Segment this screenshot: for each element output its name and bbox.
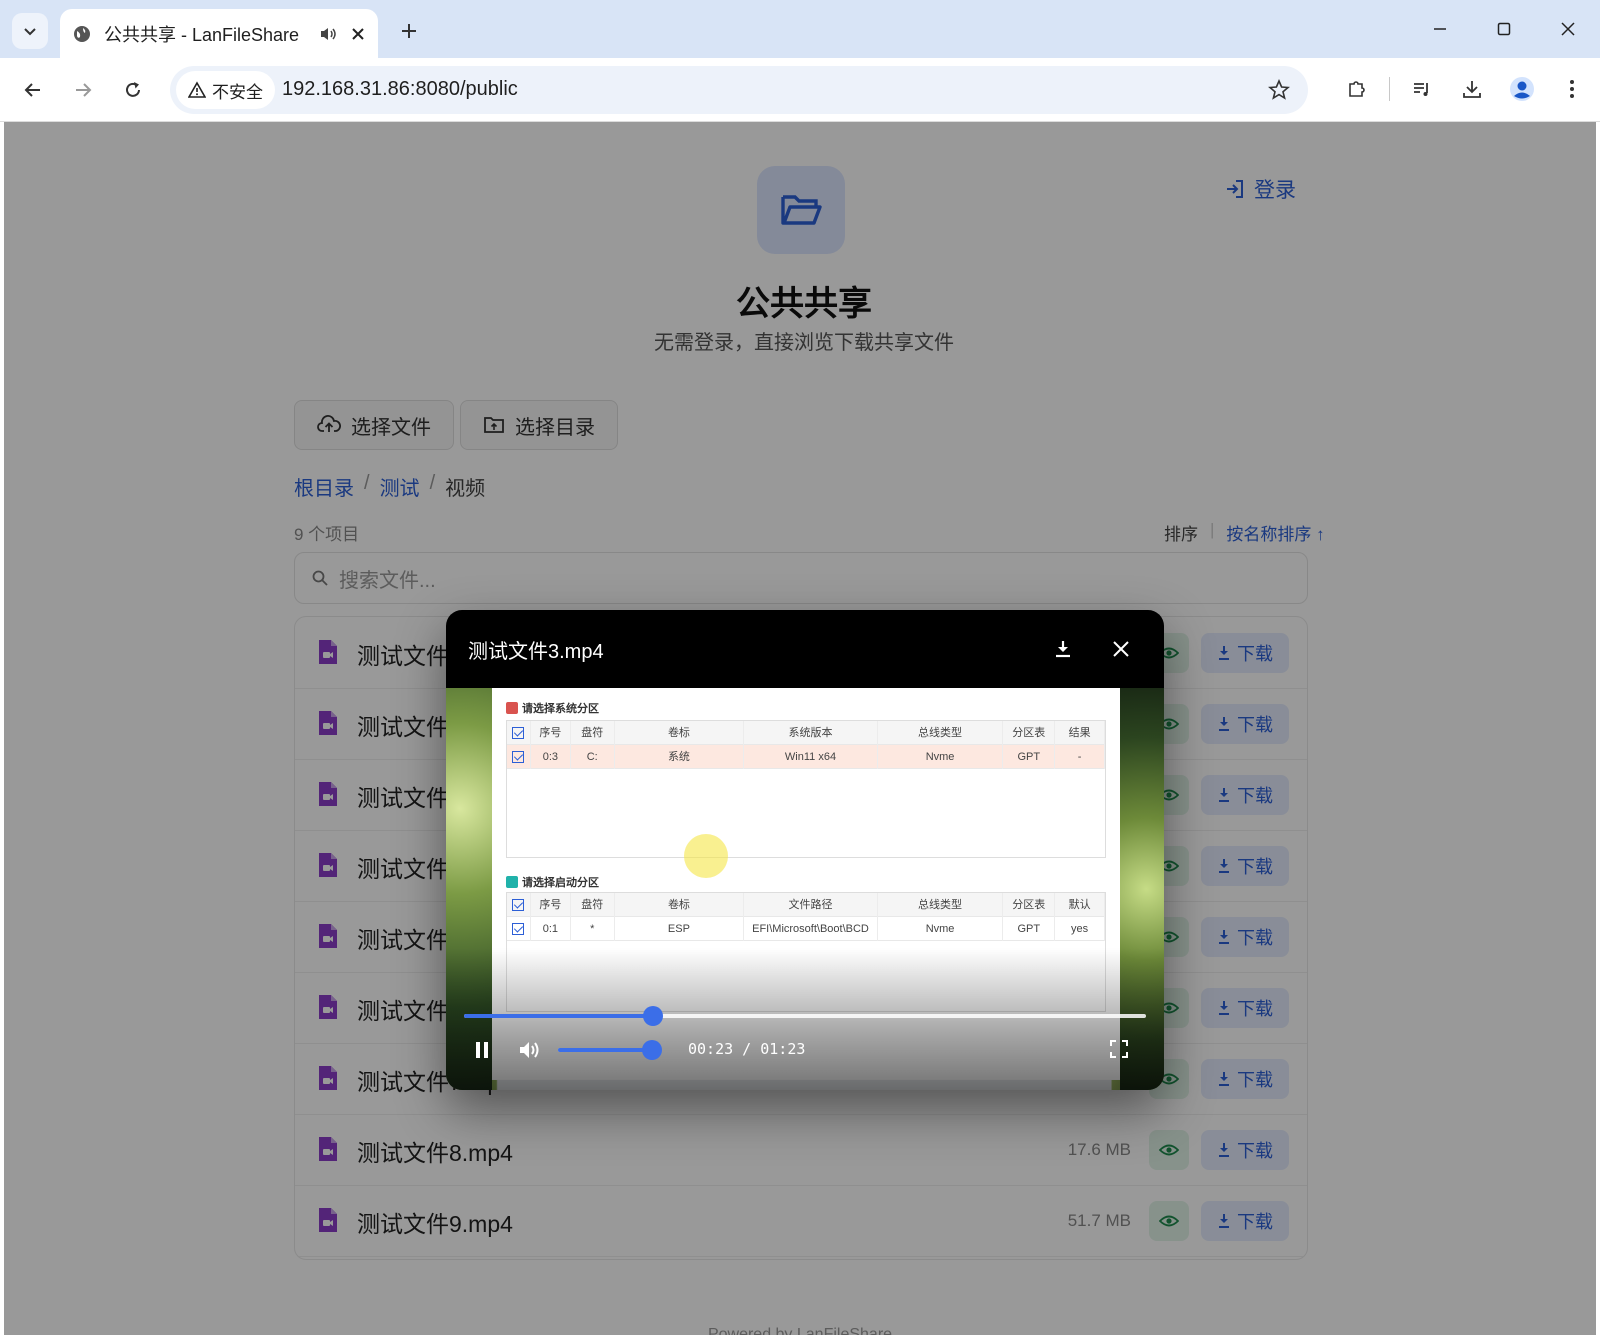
progress-slider[interactable] [464, 1006, 1146, 1026]
modal-close-button[interactable] [1104, 632, 1138, 666]
reload-button[interactable] [114, 71, 152, 109]
downloads-button[interactable] [1454, 70, 1490, 108]
reload-icon [126, 82, 140, 97]
tab-title: 公共共享 - LanFileShare [104, 24, 300, 45]
address-bar[interactable]: 不安全 192.168.31.86:8080/public [170, 66, 1308, 114]
pause-icon [476, 1042, 488, 1058]
puzzle-icon [1349, 81, 1365, 97]
media-control-button[interactable] [1404, 70, 1440, 108]
time-display: 00:23 / 01:23 [688, 1040, 806, 1058]
volume-slider[interactable] [558, 1040, 663, 1060]
checkbox-icon [512, 898, 525, 911]
browser-tab-active[interactable]: 公共共享 - LanFileShare [60, 9, 378, 58]
layers-icon [506, 702, 518, 714]
minimize-button[interactable] [1408, 0, 1472, 58]
menu-button[interactable] [1554, 70, 1590, 108]
arrow-right-icon [76, 83, 92, 97]
cursor-highlight [684, 834, 728, 878]
speaker-audio-icon[interactable] [318, 24, 338, 44]
minimize-icon [1434, 28, 1446, 30]
new-tab-button[interactable] [392, 14, 426, 48]
video-player-modal: 测试文件3.mp4 请选择系统分区 序号 盘符 卷标 系统版本 总线类型 分区表 结果 0:… [446, 610, 1164, 1090]
checkbox-icon [512, 922, 525, 935]
maximize-button[interactable] [1472, 0, 1536, 58]
progress-thumb[interactable] [642, 1006, 663, 1026]
volume-thumb[interactable] [642, 1040, 663, 1060]
download-icon [1056, 641, 1070, 658]
arrow-left-icon [24, 83, 40, 97]
modal-title: 测试文件3.mp4 [468, 640, 604, 663]
close-icon [1561, 22, 1575, 36]
fullscreen-button[interactable] [1106, 1036, 1132, 1062]
maximize-icon [1497, 22, 1511, 36]
volume-icon [520, 1042, 539, 1058]
progress-fill [464, 1014, 653, 1018]
modal-download-button[interactable] [1046, 632, 1080, 666]
avatar-icon [1510, 77, 1534, 101]
checkbox-icon [512, 726, 525, 739]
browser-tab-strip: 公共共享 - LanFileShare [0, 0, 1600, 58]
close-window-button[interactable] [1536, 0, 1600, 58]
mute-button[interactable] [518, 1038, 542, 1062]
download-icon [1463, 81, 1481, 98]
warning-icon [188, 81, 206, 98]
chevron-down-icon [24, 28, 36, 36]
bookmark-button[interactable] [1264, 75, 1294, 105]
boot-icon [506, 876, 518, 888]
forward-button[interactable] [64, 71, 102, 109]
checkbox-icon [512, 750, 525, 763]
video-surface[interactable]: 请选择系统分区 序号 盘符 卷标 系统版本 总线类型 分区表 结果 0:3 C: 系统 Win11… [446, 688, 1164, 1090]
url-text[interactable]: 192.168.31.86:8080/public [282, 78, 518, 101]
security-chip[interactable]: 不安全 [176, 71, 275, 109]
browser-toolbar: 不安全 192.168.31.86:8080/public [0, 58, 1600, 122]
pause-button[interactable] [470, 1038, 494, 1062]
back-button[interactable] [14, 71, 52, 109]
close-icon [1113, 641, 1129, 657]
fullscreen-icon [1110, 1040, 1128, 1058]
security-label: 不安全 [212, 82, 263, 102]
tab-search-button[interactable] [12, 13, 48, 49]
tab-close-icon[interactable] [350, 26, 366, 42]
volume-fill [558, 1048, 653, 1052]
media-queue-icon [1414, 83, 1428, 96]
plus-icon [402, 24, 416, 38]
kebab-menu-icon [1570, 80, 1574, 98]
star-icon [1268, 79, 1290, 100]
extensions-button[interactable] [1339, 70, 1375, 108]
page-content: 登录 公共共享 无需登录，直接浏览下载共享文件 选择文件 选择目录 根目录 / … [4, 122, 1596, 1335]
globe-icon [74, 25, 90, 42]
profile-button[interactable] [1504, 70, 1540, 108]
